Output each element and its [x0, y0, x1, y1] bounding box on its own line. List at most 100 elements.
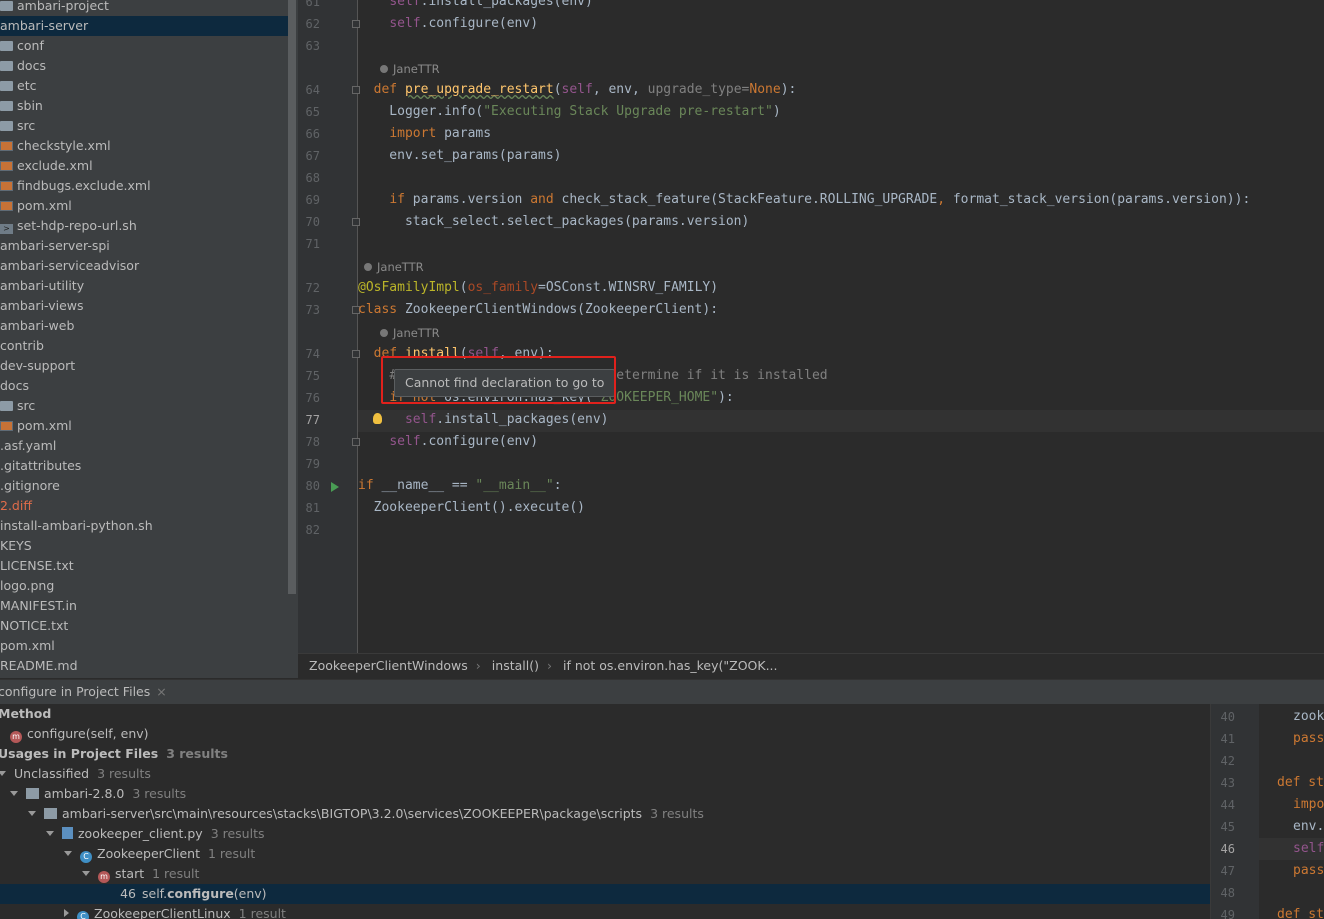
tree-item[interactable]: pom.xml [0, 416, 72, 436]
author-hint[interactable]: JaneTTR [380, 324, 440, 342]
tree-item[interactable]: KEYS [0, 536, 32, 556]
preview-code-line: self [1293, 841, 1324, 856]
folder-icon [0, 1, 13, 11]
chevron-down-icon[interactable] [10, 791, 18, 796]
tree-item-label: pom.xml [17, 418, 72, 433]
run-icon[interactable] [331, 482, 339, 492]
tree-item[interactable]: ambari-server-spi [0, 236, 110, 256]
tree-item[interactable]: LICENSE.txt [0, 556, 74, 576]
code-line: class ZookeeperClientWindows(ZookeeperCl… [358, 302, 719, 317]
tree-item[interactable]: src [0, 396, 35, 416]
tree-item[interactable]: dev-support [0, 356, 75, 376]
code-editor[interactable]: 61 62 63 64 65 66 67 68 69 70 71 72 73 74 75 76 77 78 79 80… [298, 0, 1324, 653]
breadcrumb-item[interactable]: if not os.environ.has_key("ZOOK... [563, 658, 778, 673]
tree-item-label: sbin [17, 98, 43, 113]
chevron-down-icon[interactable] [46, 831, 54, 836]
tree-item[interactable]: checkstyle.xml [0, 136, 111, 156]
tree-node-file[interactable]: zookeeper_client.py 3 results [46, 824, 265, 844]
find-tab[interactable]: configure in Project Files × [0, 680, 175, 704]
tree-node-class[interactable]: C ZookeeperClientLinux 1 result [64, 904, 286, 919]
usages-header[interactable]: Usages in Project Files 3 results [0, 744, 228, 764]
line-number: 80 [305, 479, 320, 493]
preview-code-line: def st [1277, 775, 1324, 790]
tree-node-directory[interactable]: ambari-server\src\main\resources\stacks\… [28, 804, 704, 824]
chevron-right-icon: › [546, 658, 552, 673]
tree-item-label: src [17, 398, 36, 413]
tree-item[interactable]: ambari-server [0, 16, 290, 36]
tree-item[interactable]: docs [0, 376, 29, 396]
close-icon[interactable]: × [156, 684, 166, 699]
line-number: 67 [305, 149, 320, 163]
chevron-down-icon[interactable] [64, 851, 72, 856]
line-number: 75 [305, 369, 320, 383]
breadcrumb-item[interactable]: install() [492, 658, 539, 673]
tree-item[interactable]: ambari-views [0, 296, 84, 316]
tree-item[interactable]: src [0, 116, 35, 136]
tree-item[interactable]: README.md [0, 656, 78, 676]
folder-icon [0, 121, 13, 131]
tree-item[interactable]: setup.py [0, 676, 54, 678]
tree-item[interactable]: sbin [0, 96, 43, 116]
tree-node-unclassified[interactable]: Unclassified 3 results [0, 764, 151, 784]
tree-item[interactable]: .asf.yaml [0, 436, 56, 456]
tree-node-method[interactable]: m start 1 result [82, 864, 199, 884]
tree-item[interactable]: exclude.xml [0, 156, 93, 176]
tree-item-label: ambari-views [0, 298, 84, 313]
tree-item[interactable]: etc [0, 76, 36, 96]
tree-item[interactable]: ambari-project [0, 0, 109, 16]
tree-item[interactable]: .gitignore [0, 476, 60, 496]
tree-item-label: contrib [0, 338, 44, 353]
project-tree-panel: ambari-project ambari-server conf docs etc sb… [0, 0, 298, 678]
author-hint[interactable]: JaneTTR [364, 258, 424, 276]
tree-item-label: ambari-serviceadvisor [0, 258, 140, 273]
tree-item[interactable]: docs [0, 56, 46, 76]
chevron-down-icon[interactable] [0, 771, 6, 776]
line-number: 62 [305, 17, 320, 31]
code-line: env.set_params(params) [358, 148, 562, 163]
tree-node-class[interactable]: C ZookeeperClient 1 result [64, 844, 255, 864]
tree-item[interactable]: NOTICE.txt [0, 616, 68, 636]
tree-item[interactable]: pom.xml [0, 636, 55, 656]
chevron-down-icon[interactable] [28, 811, 36, 816]
tree-item[interactable]: logo.png [0, 576, 54, 596]
tree-item[interactable]: MANIFEST.in [0, 596, 77, 616]
breadcrumb: ZookeeperClientWindows › install() › if not … [298, 653, 1324, 679]
tree-item[interactable]: 2.diff [0, 496, 32, 516]
tree-item[interactable]: findbugs.exclude.xml [0, 176, 151, 196]
preview-code-line: zook [1293, 709, 1324, 724]
tree-item[interactable]: install-ambari-python.sh [0, 516, 153, 536]
line-number: 71 [305, 237, 320, 251]
line-number: 72 [305, 281, 320, 295]
folder-icon [0, 401, 13, 411]
tree-item-label: findbugs.exclude.xml [17, 178, 151, 193]
tree-item[interactable]: ambari-utility [0, 276, 84, 296]
preview-line-number: 46 [1220, 842, 1235, 856]
author-hint[interactable]: JaneTTR [380, 60, 440, 78]
preview-line-number: 42 [1220, 754, 1235, 768]
tree-item[interactable]: .gitattributes [0, 456, 81, 476]
xml-icon [0, 181, 13, 191]
chevron-down-icon[interactable] [82, 871, 90, 876]
tree-item[interactable]: ambari-serviceadvisor [0, 256, 139, 276]
usage-row[interactable]: 46 self.configure(env) [0, 884, 1210, 904]
line-number: 65 [305, 105, 320, 119]
tree-item[interactable]: contrib [0, 336, 44, 356]
line-number: 81 [305, 501, 320, 515]
code-line: ZookeeperClient().execute() [358, 500, 585, 515]
breadcrumb-item[interactable]: ZookeeperClientWindows [309, 658, 468, 673]
preview-line-number: 48 [1220, 886, 1235, 900]
tree-item[interactable]: > set-hdp-repo-url.sh [0, 216, 137, 236]
tree-item-label: install-ambari-python.sh [0, 518, 153, 533]
tree-node-module[interactable]: ambari-2.8.0 3 results [10, 784, 186, 804]
code-line: self.configure(env) [389, 16, 539, 31]
tree-item-label: MANIFEST.in [0, 598, 77, 613]
tree-item[interactable]: ambari-web [0, 316, 74, 336]
usage-preview[interactable]: 40 zook 41 pass 42 43 def st 44 impo 45 env. 46 self… [1210, 704, 1324, 919]
line-number: 64 [305, 83, 320, 97]
chevron-right-icon[interactable] [64, 909, 69, 917]
tree-scrollbar[interactable] [288, 0, 296, 594]
tree-item[interactable]: conf [0, 36, 44, 56]
method-target[interactable]: m configure(self, env) [10, 724, 149, 744]
lightbulb-icon[interactable] [373, 413, 382, 424]
tree-item[interactable]: pom.xml [0, 196, 72, 216]
